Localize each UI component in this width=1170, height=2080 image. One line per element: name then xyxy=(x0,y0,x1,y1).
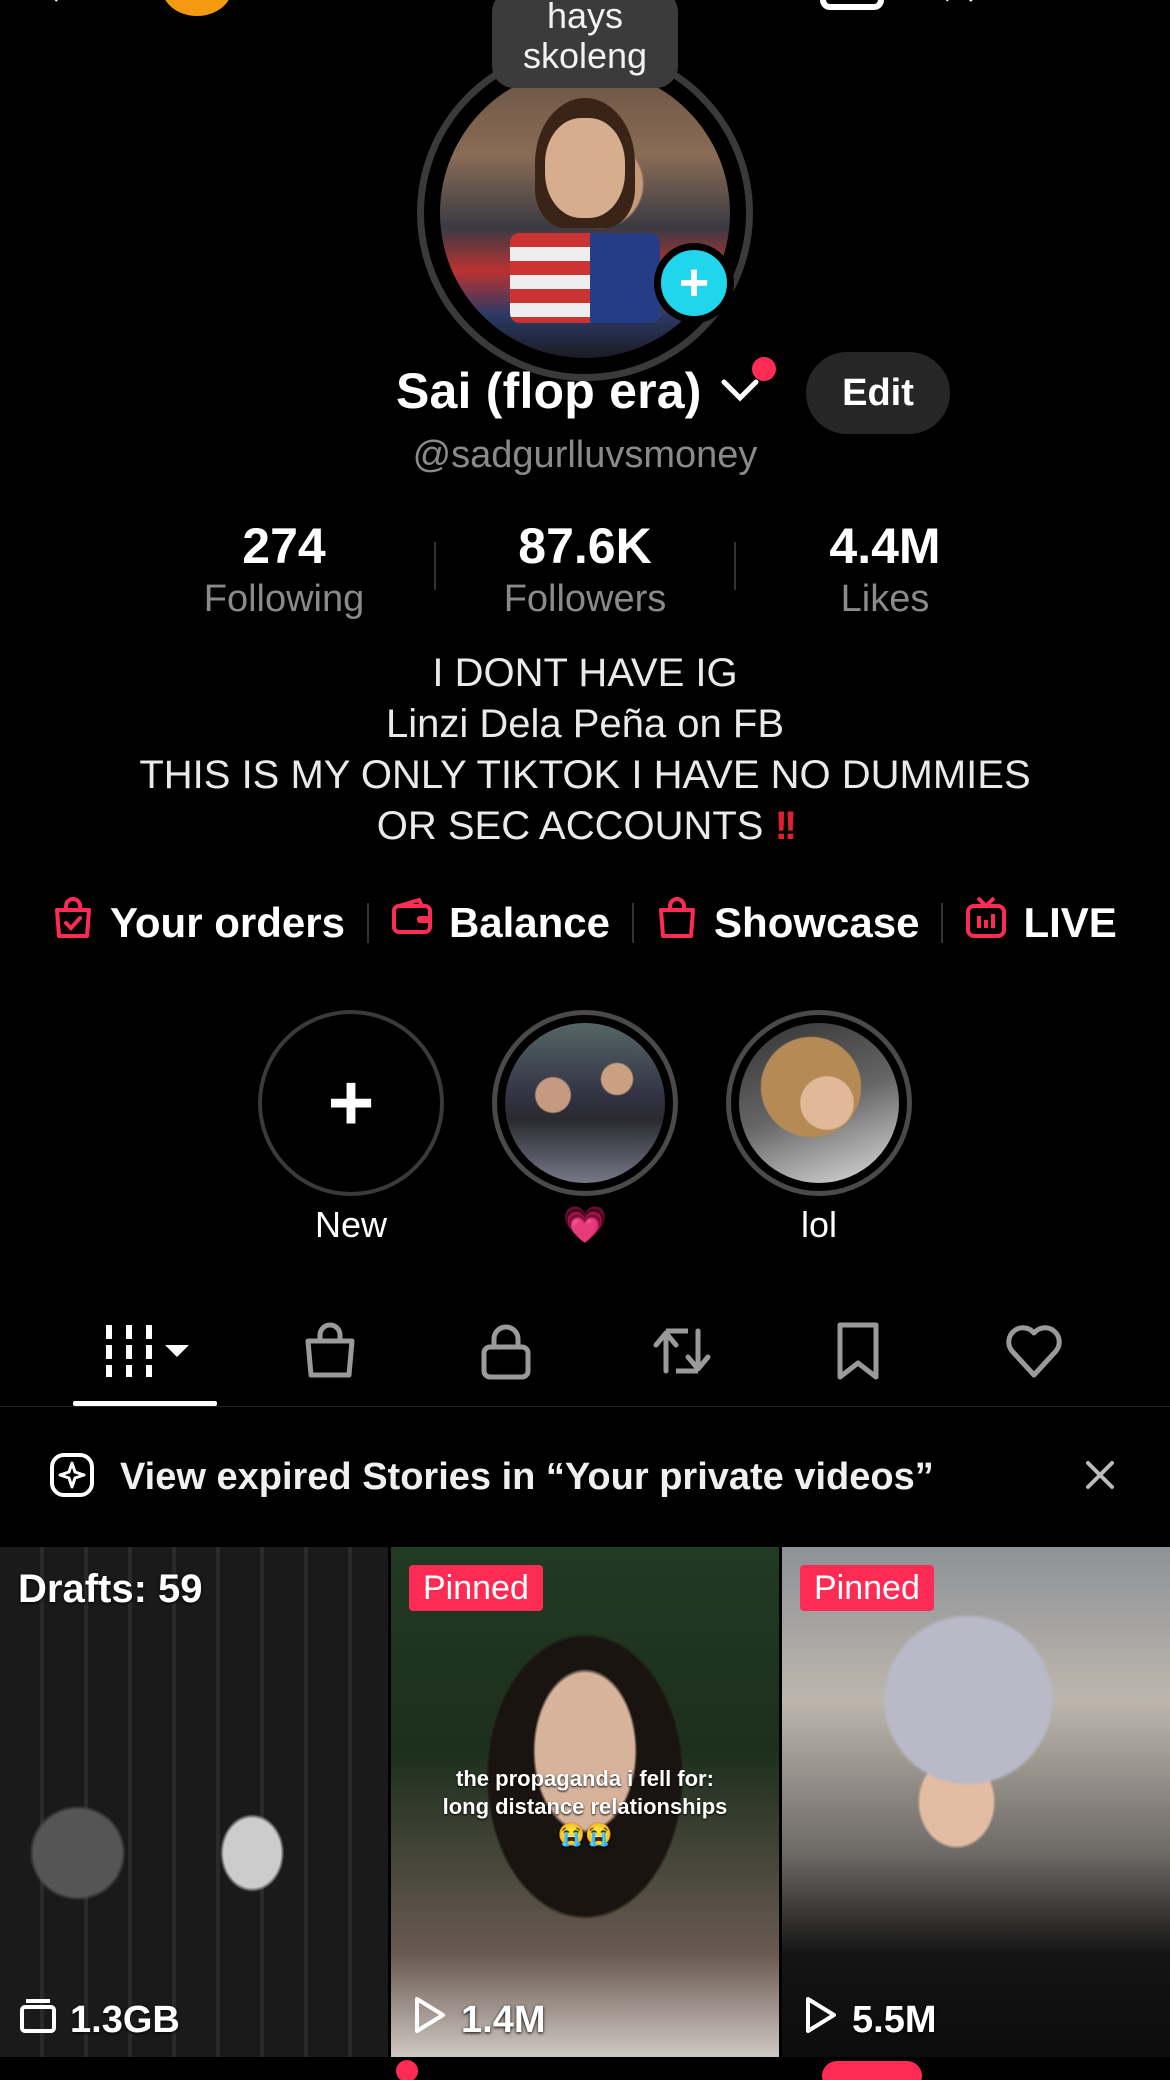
tab-liked[interactable] xyxy=(946,1313,1122,1393)
close-icon[interactable] xyxy=(1080,1455,1120,1495)
banner-text: View expired Stories in “Your private vi… xyxy=(120,1455,934,1498)
edit-profile-button[interactable]: Edit xyxy=(806,352,950,434)
bio-line: I DONT HAVE IG xyxy=(432,651,738,695)
note-line-1: hays xyxy=(546,0,624,36)
highlight-label: New xyxy=(314,1204,388,1245)
balance-link[interactable]: Balance xyxy=(391,896,610,950)
bio-line: OR SEC ACCOUNTS !! xyxy=(0,801,1170,852)
caption-emoji: 😭😭 xyxy=(557,1822,613,1847)
shop-divider xyxy=(366,903,369,943)
bottom-nav xyxy=(0,2057,1170,2080)
stat-following[interactable]: 274 Following xyxy=(154,518,414,622)
stat-label: Followers xyxy=(503,578,667,620)
inbox-notification-dot xyxy=(396,2060,418,2080)
chevron-down-icon[interactable] xyxy=(720,376,760,406)
your-orders-label: Your orders xyxy=(110,899,345,946)
sparkle-icon xyxy=(48,1451,96,1504)
video-tile-pinned-1[interactable]: Pinned the propaganda i fell for: long d… xyxy=(391,1547,779,2057)
tab-reposts[interactable] xyxy=(594,1313,770,1393)
shop-divider xyxy=(632,903,635,943)
shopping-bag-icon xyxy=(656,896,698,950)
your-orders-link[interactable]: Your orders xyxy=(52,896,345,950)
tab-favorites[interactable] xyxy=(770,1313,946,1393)
shopping-bag-check-icon xyxy=(52,896,94,950)
create-button[interactable] xyxy=(822,2061,922,2080)
balance-label: Balance xyxy=(448,899,611,946)
stat-label: Likes xyxy=(840,578,930,620)
shopping-bag-icon xyxy=(300,1321,360,1386)
video-caption: the propaganda i fell for: long distance… xyxy=(391,1765,779,1849)
view-count: 1.4M xyxy=(461,1998,546,2041)
view-count: 5.5M xyxy=(852,1998,937,2041)
username-handle: @sadgurlluvsmoney xyxy=(412,434,758,476)
shop-cart-icon[interactable] xyxy=(820,0,884,10)
tile-footer: 1.4M xyxy=(409,1995,545,2045)
pinned-badge: Pinned xyxy=(409,1565,543,1611)
video-tile-drafts[interactable]: Drafts: 59 1.3GB xyxy=(0,1547,388,2057)
showcase-label: Showcase xyxy=(714,899,920,946)
live-tv-icon xyxy=(965,896,1007,950)
highlight-lol[interactable] xyxy=(726,1010,912,1196)
pinned-badge: Pinned xyxy=(800,1565,934,1611)
bio-line: Linzi Dela Peña on FB xyxy=(385,702,784,746)
bookmark-icon xyxy=(828,1321,888,1386)
grid-dropdown-icon xyxy=(95,1321,195,1386)
back-icon[interactable] xyxy=(40,0,110,8)
stat-value: 4.4M xyxy=(829,518,941,574)
drafts-size: 1.3GB xyxy=(70,1998,180,2041)
bio-line: THIS IS MY ONLY TIKTOK I HAVE NO DUMMIES xyxy=(139,753,1031,797)
caption-line: the propaganda i fell for: xyxy=(456,1766,714,1791)
highlight-heart[interactable] xyxy=(492,1010,678,1196)
heart-icon xyxy=(1004,1321,1064,1386)
stat-followers[interactable]: 87.6K Followers xyxy=(455,518,715,622)
expired-stories-banner[interactable]: View expired Stories in “Your private vi… xyxy=(0,1407,1170,1547)
stat-likes[interactable]: 4.4M Likes xyxy=(755,518,1015,622)
bio[interactable]: I DONT HAVE IG Linzi Dela Peña on FB THI… xyxy=(0,648,1170,852)
wallet-icon xyxy=(391,896,433,950)
live-label: LIVE xyxy=(1023,899,1117,946)
notification-dot xyxy=(752,357,776,381)
tab-videos[interactable] xyxy=(57,1313,233,1393)
tab-private[interactable] xyxy=(418,1313,594,1393)
tile-footer: 1.3GB xyxy=(18,1995,180,2045)
note-bubble[interactable]: hays skoleng xyxy=(492,0,678,88)
video-tile-pinned-2[interactable]: Pinned 5.5M xyxy=(782,1547,1170,2057)
stat-divider xyxy=(434,542,436,590)
pencil-icon[interactable] xyxy=(935,0,991,8)
showcase-link[interactable]: Showcase xyxy=(656,896,919,950)
stat-label: Following xyxy=(203,578,365,620)
highlight-label: 💗 xyxy=(562,1204,608,1245)
highlight-thumbnail xyxy=(739,1023,899,1183)
tab-shop[interactable] xyxy=(242,1313,418,1393)
new-highlight-button[interactable]: + xyxy=(258,1010,444,1196)
double-exclamation-emoji: !! xyxy=(774,804,798,848)
drafts-count: Drafts: 59 xyxy=(18,1567,203,1611)
play-icon xyxy=(409,1995,449,2045)
highlight-label: lol xyxy=(800,1204,838,1245)
drafts-stack-icon xyxy=(18,1995,58,2045)
highlight-thumbnail xyxy=(505,1023,665,1183)
lock-icon xyxy=(476,1321,536,1386)
streak-icon[interactable] xyxy=(162,0,232,16)
add-story-button[interactable]: + xyxy=(654,243,734,323)
play-icon xyxy=(800,1995,840,2045)
profile-name[interactable]: Sai (flop era) xyxy=(396,362,702,420)
stat-value: 274 xyxy=(242,518,326,574)
shop-links-row: Your orders Balance Showcase LIVE xyxy=(52,893,1117,953)
tile-footer: 5.5M xyxy=(800,1995,936,2045)
stat-value: 87.6K xyxy=(518,518,652,574)
shop-divider xyxy=(941,903,944,943)
live-link[interactable]: LIVE xyxy=(965,896,1117,950)
repost-icon xyxy=(652,1321,712,1386)
bio-line-text: OR SEC ACCOUNTS xyxy=(376,804,764,848)
caption-line: long distance relationships xyxy=(442,1794,728,1819)
note-line-2: skoleng xyxy=(522,35,648,76)
stat-divider xyxy=(734,542,736,590)
